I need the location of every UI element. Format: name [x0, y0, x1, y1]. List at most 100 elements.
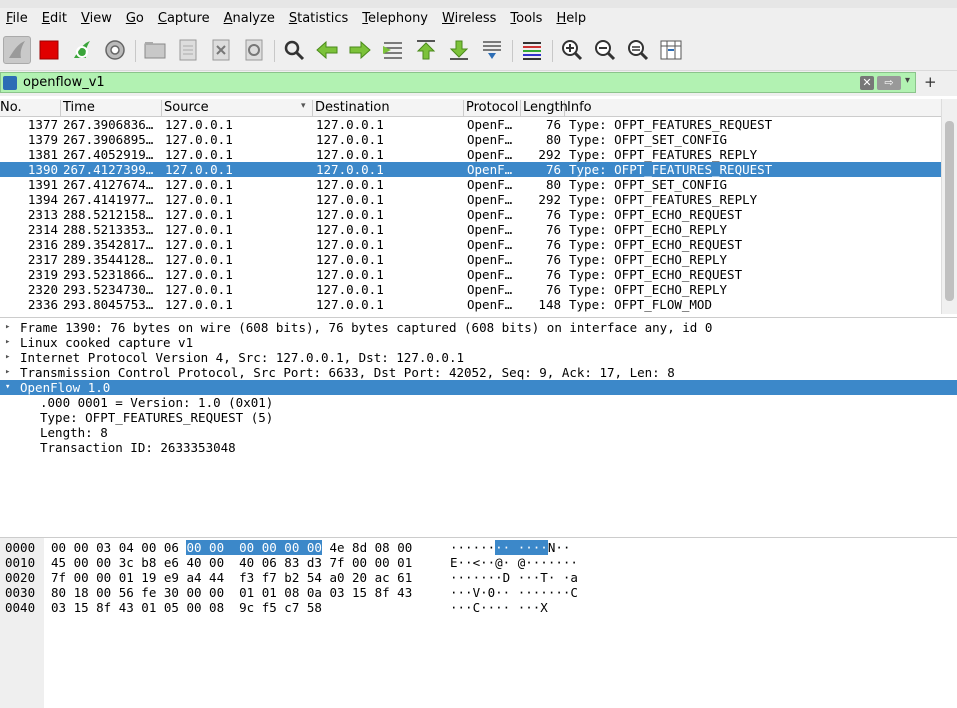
packet-cell-no: 2319 [27, 267, 58, 282]
find-icon[interactable] [280, 36, 308, 64]
last-packet-icon[interactable] [445, 36, 473, 64]
packet-cell-time: 267.4127399… [63, 162, 154, 177]
menu-help[interactable]: Help [556, 11, 586, 26]
packet-cell-proto: OpenF… [467, 192, 513, 207]
zoom-in-icon[interactable] [558, 36, 586, 64]
detail-row[interactable]: .000 0001 = Version: 1.0 (0x01) [0, 395, 957, 410]
shark-fin-icon[interactable] [3, 36, 31, 64]
packet-row[interactable]: 2320 293.5234730… 127.0.0.1 127.0.0.1 OpenF…… [0, 282, 941, 297]
detail-row[interactable]: Length: 8 [0, 425, 957, 440]
column-header-source[interactable]: Source [162, 100, 313, 116]
packet-row[interactable]: 1391 267.4127674… 127.0.0.1 127.0.0.1 OpenF…… [0, 177, 941, 192]
packet-cell-src: 127.0.0.1 [165, 117, 233, 132]
bytes-hex[interactable]: 45 00 00 3c b8 e6 40 00 40 06 83 d3 7f 0… [51, 555, 412, 570]
stop-icon[interactable] [35, 36, 63, 64]
bytes-ascii[interactable]: ········ ····N·· [450, 540, 570, 555]
resize-columns-icon[interactable] [657, 36, 685, 64]
scrollbar-thumb[interactable] [945, 121, 954, 301]
filter-history-chevron-down-icon[interactable]: ▾ [905, 75, 910, 86]
menu-view[interactable]: View [81, 11, 112, 26]
reload-icon[interactable] [240, 36, 268, 64]
collapsed-arrow-icon[interactable]: ▸ [5, 320, 10, 335]
packet-row[interactable]: 1390 267.4127399… 127.0.0.1 127.0.0.1 OpenF…… [0, 162, 941, 177]
restart-icon[interactable] [68, 36, 96, 64]
detail-row[interactable]: ▸ Frame 1390: 76 bytes on wire (608 bits)… [0, 320, 957, 335]
menu-statistics[interactable]: Statistics [289, 11, 348, 26]
menu-analyze[interactable]: Analyze [224, 11, 275, 26]
menu-telephony[interactable]: Telephony [362, 11, 428, 26]
menu-wireless[interactable]: Wireless [442, 11, 496, 26]
bytes-ascii[interactable]: ·······D ···T· ·a [450, 570, 578, 585]
toolbar-separator [552, 40, 553, 62]
packet-list-scrollbar[interactable] [941, 99, 957, 314]
open-file-icon[interactable] [141, 36, 169, 64]
packet-row[interactable]: 2319 293.5231866… 127.0.0.1 127.0.0.1 OpenF…… [0, 267, 941, 282]
detail-text: Transaction ID: 2633353048 [40, 440, 236, 455]
zoom-reset-icon[interactable] [624, 36, 652, 64]
collapsed-arrow-icon[interactable]: ▸ [5, 335, 10, 350]
packet-cell-dst: 127.0.0.1 [316, 297, 384, 312]
column-header-info[interactable]: Info [565, 100, 941, 116]
bytes-hex[interactable]: 80 18 00 56 fe 30 00 00 01 01 08 0a 03 1… [51, 585, 412, 600]
collapsed-arrow-icon[interactable]: ▸ [5, 350, 10, 365]
packet-cell-time: 289.3542817… [63, 237, 154, 252]
packet-cell-time: 267.3906836… [63, 117, 154, 132]
bytes-ascii[interactable]: ···C···· ···X [450, 600, 548, 615]
detail-row[interactable]: ▾ OpenFlow 1.0 [0, 380, 957, 395]
menu-capture[interactable]: Capture [158, 11, 210, 26]
zoom-out-icon[interactable] [591, 36, 619, 64]
detail-row[interactable]: ▸ Internet Protocol Version 4, Src: 127.0… [0, 350, 957, 365]
collapsed-arrow-icon[interactable]: ▸ [5, 365, 10, 380]
bytes-hex[interactable]: 00 00 03 04 00 06 00 00 00 00 00 00 4e 8… [51, 540, 412, 555]
display-filter-input[interactable]: openflow_v1 ✕ ⇨ ▾ [0, 72, 916, 93]
colorize-icon[interactable] [518, 36, 546, 64]
bytes-ascii[interactable]: ···V·0·· ·······C [450, 585, 578, 600]
clear-filter-icon[interactable]: ✕ [860, 76, 874, 90]
packet-row[interactable]: 2313 288.5212158… 127.0.0.1 127.0.0.1 OpenF…… [0, 207, 941, 222]
packet-row[interactable]: 2336 293.8045753… 127.0.0.1 127.0.0.1 OpenF…… [0, 297, 941, 312]
save-file-icon[interactable] [174, 36, 202, 64]
forward-arrow-icon[interactable] [346, 36, 374, 64]
packet-cell-src: 127.0.0.1 [165, 132, 233, 147]
column-header-destination[interactable]: Destination [313, 100, 464, 116]
autoscroll-icon[interactable] [478, 36, 506, 64]
packet-cell-info: Type: OFPT_ECHO_REQUEST [569, 237, 743, 252]
options-gear-icon[interactable] [101, 36, 129, 64]
column-header-protocol[interactable]: Protocol [464, 100, 521, 116]
bytes-hex[interactable]: 7f 00 00 01 19 e9 a4 44 f3 f7 b2 54 a0 2… [51, 570, 412, 585]
packet-cell-len: 76 [545, 237, 561, 252]
close-file-icon[interactable] [207, 36, 235, 64]
detail-row[interactable]: ▸ Linux cooked capture v1 [0, 335, 957, 350]
column-header-no[interactable]: No. [0, 100, 61, 116]
menu-file[interactable]: File [6, 11, 28, 26]
apply-filter-icon[interactable]: ⇨ [877, 76, 901, 90]
packet-row[interactable]: 1394 267.4141977… 127.0.0.1 127.0.0.1 OpenF…… [0, 192, 941, 207]
packet-row[interactable]: 2314 288.5213353… 127.0.0.1 127.0.0.1 OpenF…… [0, 222, 941, 237]
go-to-packet-icon[interactable] [379, 36, 407, 64]
bytes-hex-part: 4e 8d 08 00 [321, 540, 413, 555]
bookmark-icon[interactable] [3, 76, 17, 90]
bytes-hex[interactable]: 03 15 8f 43 01 05 00 08 9c f5 c7 58 [51, 600, 322, 615]
menu-go[interactable]: Go [126, 11, 144, 26]
bytes-ascii[interactable]: E··<··@· @······· [450, 555, 578, 570]
column-header-time[interactable]: Time [61, 100, 162, 116]
detail-text: Frame 1390: 76 bytes on wire (608 bits),… [20, 320, 713, 335]
packet-row[interactable]: 1379 267.3906895… 127.0.0.1 127.0.0.1 OpenF…… [0, 132, 941, 147]
detail-row[interactable]: Type: OFPT_FEATURES_REQUEST (5) [0, 410, 957, 425]
add-filter-button-plus-icon[interactable]: + [924, 73, 937, 91]
packet-cell-info: Type: OFPT_SET_CONFIG [569, 132, 728, 147]
detail-row[interactable]: Transaction ID: 2633353048 [0, 440, 957, 455]
column-header-length[interactable]: Length [521, 100, 568, 116]
packet-row[interactable]: 2316 289.3542817… 127.0.0.1 127.0.0.1 OpenF…… [0, 237, 941, 252]
menu-edit[interactable]: Edit [42, 11, 67, 26]
menu-tools[interactable]: Tools [510, 11, 542, 26]
packet-row[interactable]: 1381 267.4052919… 127.0.0.1 127.0.0.1 OpenF…… [0, 147, 941, 162]
first-packet-icon[interactable] [412, 36, 440, 64]
packet-cell-info: Type: OFPT_FEATURES_REPLY [569, 147, 758, 162]
expanded-arrow-icon[interactable]: ▾ [5, 380, 10, 395]
back-arrow-icon[interactable] [313, 36, 341, 64]
packet-row[interactable]: 1377 267.3906836… 127.0.0.1 127.0.0.1 OpenF…… [0, 117, 941, 132]
bytes-ascii-highlight: ·· ···· [495, 540, 548, 555]
detail-row[interactable]: ▸ Transmission Control Protocol, Src Port… [0, 365, 957, 380]
packet-row[interactable]: 2317 289.3544128… 127.0.0.1 127.0.0.1 OpenF…… [0, 252, 941, 267]
